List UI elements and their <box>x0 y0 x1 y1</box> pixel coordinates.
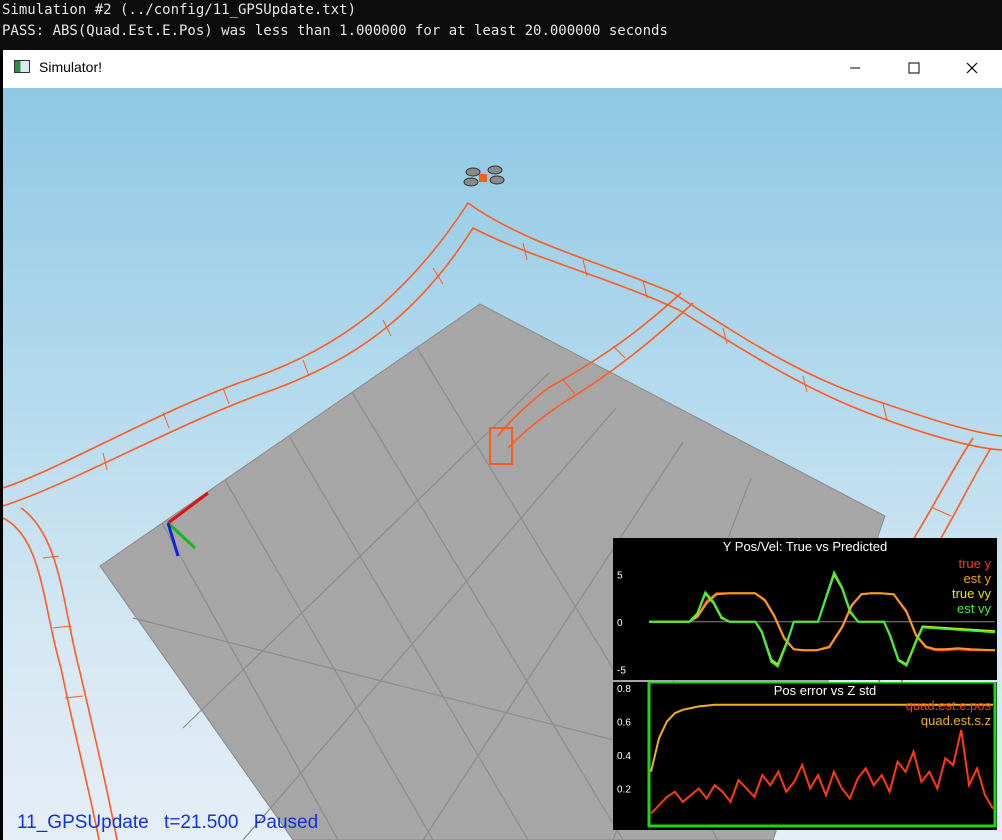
quadcopter <box>463 165 505 187</box>
scenario-name: 11_GPSUpdate <box>17 812 149 833</box>
legend-true-y: true y <box>958 556 991 571</box>
legend-est-y: est y <box>963 571 991 586</box>
maximize-icon <box>908 62 920 74</box>
sim-status: 11_GPSUpdate t=21.500 Paused <box>17 812 318 834</box>
pos-error-plot-title: Pos error vs Z std <box>773 683 877 698</box>
y-tick-label: 0.2 <box>617 785 631 796</box>
app-window-icon <box>14 60 30 73</box>
console-line-pass: PASS: ABS(Quad.Est.E.Pos) was less than … <box>2 23 668 39</box>
y-tick-label: 0.6 <box>617 718 631 729</box>
close-icon <box>966 62 978 74</box>
console-output: Simulation #2 (../config/11_GPSUpdate.tx… <box>0 0 1002 50</box>
legend-pos-error: quad.est.e.pos <box>905 698 991 713</box>
y-tick-label: 0.4 <box>617 751 631 762</box>
ypos-vel-legend: true y est y true vy est vy <box>952 556 991 616</box>
pos-error-legend: quad.est.e.pos quad.est.s.z <box>906 698 991 728</box>
legend-z-std: quad.est.s.z <box>920 713 991 728</box>
y-tick-label: -5 <box>617 665 626 676</box>
y-tick-label: 0 <box>617 618 623 629</box>
close-button[interactable] <box>949 50 995 86</box>
legend-est-vy: est vy <box>957 601 991 616</box>
ypos-vel-plot[interactable]: Y Pos/Vel: True vs Predicted 5 0 -5 true y… <box>613 538 997 680</box>
minimize-icon <box>850 67 860 69</box>
ypos-vel-chart: 5 0 -5 <box>617 569 996 676</box>
window-title: Simulator! <box>39 59 103 75</box>
window-titlebar[interactable]: Simulator! <box>3 50 1002 88</box>
series-line-est-vy <box>649 569 996 668</box>
console-line-simulation: Simulation #2 (../config/11_GPSUpdate.tx… <box>2 2 357 18</box>
maximize-button[interactable] <box>891 50 937 86</box>
pos-error-plot[interactable]: 0.8 0.6 0.4 0.2 Pos error vs Z std quad.est… <box>613 682 997 830</box>
simulator-viewport[interactable]: Y Pos/Vel: True vs Predicted 5 0 -5 true y… <box>3 88 1002 840</box>
legend-true-vy: true vy <box>951 586 991 601</box>
y-tick-label: 5 <box>617 570 623 581</box>
y-tick-label: 0.8 <box>617 684 631 695</box>
series-line-quad-est-e-pos <box>650 729 994 815</box>
minimize-button[interactable] <box>832 50 878 86</box>
sim-state: Paused <box>253 812 319 833</box>
sim-time: t=21.500 <box>163 812 239 833</box>
